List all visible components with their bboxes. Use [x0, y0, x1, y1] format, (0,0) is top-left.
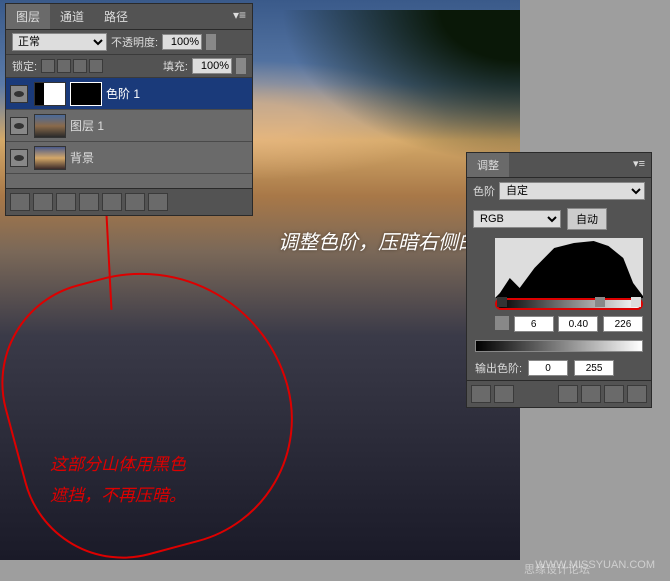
- panel-menu-icon[interactable]: ▾≡: [227, 4, 252, 29]
- black-point-handle[interactable]: [497, 297, 507, 307]
- fx-icon[interactable]: [33, 193, 53, 211]
- input-levels-values: [467, 314, 651, 336]
- layer-thumb-mask[interactable]: [70, 82, 102, 106]
- white-point-handle[interactable]: [631, 297, 641, 307]
- layer-row-levels[interactable]: 色阶 1: [6, 78, 252, 110]
- layers-panel: 图层 通道 路径 ▾≡ 正常 不透明度: 锁定: 填充: 色阶 1: [5, 3, 253, 216]
- layer-label: 图层 1: [70, 117, 104, 134]
- channel-select[interactable]: RGB: [473, 210, 561, 228]
- visibility-icon[interactable]: [10, 149, 28, 167]
- layer-label: 色阶 1: [106, 85, 140, 102]
- layer-row-image[interactable]: 图层 1: [6, 110, 252, 142]
- input-gamma-field[interactable]: [558, 316, 598, 332]
- layer-row-background[interactable]: 背景: [6, 142, 252, 174]
- annotation-red-text: 这部分山体用黑色 遮挡，不再压暗。: [50, 450, 186, 511]
- histogram-shape: [495, 238, 643, 298]
- lock-label: 锁定:: [12, 58, 37, 74]
- input-white-field[interactable]: [603, 316, 643, 332]
- opacity-input[interactable]: [162, 34, 202, 50]
- layer-label: 背景: [70, 149, 94, 166]
- levels-type-label: 色阶: [473, 183, 495, 199]
- layers-footer: [6, 188, 252, 215]
- tab-adjustments[interactable]: 调整: [467, 153, 509, 177]
- adjustments-footer: [467, 380, 651, 407]
- input-black-field[interactable]: [514, 316, 554, 332]
- watermark-url: WWW.MISSYUAN.COM: [535, 559, 655, 571]
- output-levels-row: 输出色阶:: [467, 356, 651, 380]
- panel-menu-icon[interactable]: ▾≡: [627, 153, 651, 177]
- input-levels-slider[interactable]: [495, 298, 643, 310]
- clip-icon[interactable]: [495, 316, 509, 330]
- lock-pixels-icon[interactable]: [57, 59, 71, 73]
- output-gradient[interactable]: [475, 340, 643, 352]
- layer-thumb[interactable]: [34, 146, 66, 170]
- lock-position-icon[interactable]: [73, 59, 87, 73]
- new-layer-icon[interactable]: [125, 193, 145, 211]
- adjustments-panel: 调整 ▾≡ 色阶 自定 RGB 自动 输出色阶:: [466, 152, 652, 408]
- layer-thumb-adjustment[interactable]: [34, 82, 66, 106]
- layer-list: 色阶 1 图层 1 背景: [6, 78, 252, 188]
- auto-button[interactable]: 自动: [567, 208, 607, 230]
- preset-select[interactable]: 自定: [499, 182, 645, 200]
- return-icon[interactable]: [471, 385, 491, 403]
- mask-icon[interactable]: [56, 193, 76, 211]
- trash-icon[interactable]: [148, 193, 168, 211]
- lock-all-icon[interactable]: [89, 59, 103, 73]
- eye-icon[interactable]: [558, 385, 578, 403]
- fill-input[interactable]: [192, 58, 232, 74]
- tab-channels[interactable]: 通道: [50, 4, 94, 29]
- adjustments-panel-header: 调整 ▾≡: [467, 153, 651, 178]
- visibility-icon[interactable]: [10, 85, 28, 103]
- output-label: 输出色阶:: [475, 360, 522, 376]
- fill-label: 填充:: [163, 58, 188, 74]
- layers-panel-tabs: 图层 通道 路径 ▾≡: [6, 4, 252, 30]
- blend-mode-select[interactable]: 正常: [12, 33, 107, 51]
- visibility-icon[interactable]: [10, 117, 28, 135]
- lock-transparency-icon[interactable]: [41, 59, 55, 73]
- fill-dropdown-icon[interactable]: [236, 58, 246, 74]
- layer-thumb[interactable]: [34, 114, 66, 138]
- gray-point-handle[interactable]: [595, 297, 605, 307]
- trash-icon[interactable]: [627, 385, 647, 403]
- clip-layer-icon[interactable]: [494, 385, 514, 403]
- link-layers-icon[interactable]: [10, 193, 30, 211]
- prev-state-icon[interactable]: [581, 385, 601, 403]
- channel-row: RGB 自动: [467, 204, 651, 234]
- levels-preset-row: 色阶 自定: [467, 178, 651, 204]
- opacity-label: 不透明度:: [111, 34, 158, 50]
- histogram: [495, 238, 643, 298]
- opacity-dropdown-icon[interactable]: [206, 34, 216, 50]
- adjustment-icon[interactable]: [79, 193, 99, 211]
- lock-icons: [41, 59, 103, 73]
- output-white-field[interactable]: [574, 360, 614, 376]
- reset-icon[interactable]: [604, 385, 624, 403]
- group-icon[interactable]: [102, 193, 122, 211]
- lock-row: 锁定: 填充:: [6, 55, 252, 78]
- output-black-field[interactable]: [528, 360, 568, 376]
- annotation-red-line2: 遮挡，不再压暗。: [50, 481, 186, 512]
- tab-layers[interactable]: 图层: [6, 4, 50, 29]
- blend-mode-row: 正常 不透明度:: [6, 30, 252, 55]
- tab-paths[interactable]: 路径: [94, 4, 138, 29]
- annotation-red-line1: 这部分山体用黑色: [50, 450, 186, 481]
